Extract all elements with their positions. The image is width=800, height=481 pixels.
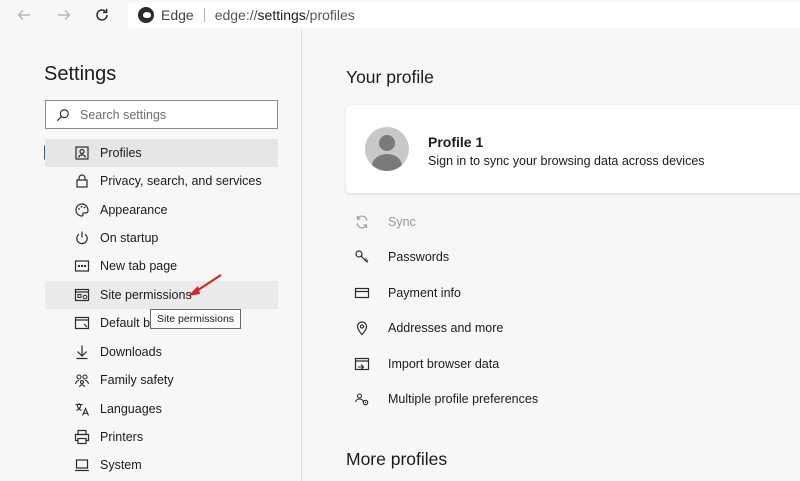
site-permissions-icon bbox=[74, 288, 90, 302]
sidebar-item-label: Site permissions bbox=[100, 288, 192, 302]
url-text: edge://settings/profiles bbox=[214, 7, 355, 23]
sidebar-item-languages[interactable]: Languages bbox=[45, 395, 278, 423]
site-permissions-tooltip: Site permissions bbox=[150, 309, 242, 329]
sync-icon bbox=[356, 215, 368, 229]
back-arrow-icon bbox=[17, 10, 30, 20]
edge-logo-icon bbox=[138, 7, 154, 23]
option-label: Sync bbox=[388, 215, 416, 229]
option-label: Addresses and more bbox=[388, 321, 504, 335]
option-label: Import browser data bbox=[388, 357, 500, 371]
option-label: Multiple profile preferences bbox=[388, 392, 539, 406]
sidebar-item-label: Downloads bbox=[100, 345, 162, 359]
sidebar-item-on-startup[interactable]: On startup bbox=[45, 224, 278, 252]
option-import-browser-data[interactable]: Import browser data bbox=[354, 351, 774, 377]
sidebar-item-family-safety[interactable]: Family safety bbox=[45, 366, 278, 394]
new-tab-icon bbox=[74, 260, 90, 272]
profile-name: Profile 1 bbox=[428, 134, 484, 150]
option-sync[interactable]: Sync bbox=[354, 209, 774, 235]
more-profiles-heading: More profiles bbox=[346, 449, 448, 469]
languages-icon bbox=[75, 403, 90, 416]
settings-title: Settings bbox=[44, 63, 117, 85]
sidebar-item-label: New tab page bbox=[100, 259, 178, 273]
address-divider bbox=[203, 8, 205, 22]
search-input[interactable] bbox=[80, 107, 270, 122]
lock-icon bbox=[76, 174, 88, 188]
browser-toolbar: Edge edge://settings/profiles bbox=[0, 0, 800, 30]
option-label: Passwords bbox=[388, 250, 450, 264]
sidebar-item-downloads[interactable]: Downloads bbox=[45, 338, 278, 366]
family-icon bbox=[74, 374, 90, 388]
browser-name: Edge bbox=[161, 7, 194, 23]
sidebar-item-appearance[interactable]: Appearance bbox=[45, 196, 278, 224]
profile-icon bbox=[75, 146, 89, 160]
sidebar-item-label: Default b bbox=[100, 316, 151, 330]
sidebar-item-label: Family safety bbox=[100, 373, 174, 387]
location-icon bbox=[356, 321, 368, 336]
multi-profile-icon bbox=[354, 393, 369, 406]
sidebar-item-new-tab-page[interactable]: New tab page bbox=[45, 252, 278, 280]
your-profile-heading: Your profile bbox=[346, 67, 434, 87]
annotation-arrow-icon bbox=[188, 274, 222, 296]
sidebar-item-label: Languages bbox=[100, 402, 162, 416]
printer-icon bbox=[74, 429, 90, 445]
back-button[interactable] bbox=[13, 4, 35, 26]
avatar-body bbox=[372, 154, 402, 171]
refresh-button[interactable] bbox=[91, 4, 113, 26]
forward-button[interactable] bbox=[53, 4, 75, 26]
option-passwords[interactable]: Passwords bbox=[354, 244, 774, 270]
sidebar-item-label: System bbox=[100, 458, 142, 472]
sidebar-item-label: Appearance bbox=[100, 203, 168, 217]
key-icon bbox=[355, 250, 369, 263]
profile-sync-message: Sign in to sync your browsing data acros… bbox=[428, 154, 705, 168]
card-icon bbox=[354, 287, 370, 299]
option-multiple-profile-preferences[interactable]: Multiple profile preferences bbox=[354, 386, 774, 412]
avatar-head bbox=[379, 135, 395, 151]
sidebar-item-site-permissions[interactable]: Site permissions bbox=[45, 281, 278, 309]
sidebar-item-system[interactable]: System bbox=[45, 451, 278, 479]
sidebar-item-label: Printers bbox=[100, 430, 144, 444]
download-icon bbox=[76, 345, 88, 360]
avatar bbox=[365, 127, 409, 171]
forward-arrow-icon bbox=[58, 10, 71, 20]
import-icon bbox=[354, 357, 370, 371]
system-icon bbox=[75, 459, 89, 472]
address-bar[interactable]: Edge edge://settings/profiles bbox=[128, 2, 800, 28]
option-addresses[interactable]: Addresses and more bbox=[354, 315, 774, 341]
palette-icon bbox=[75, 203, 89, 217]
default-browser-icon bbox=[74, 316, 90, 330]
search-icon bbox=[56, 108, 69, 121]
sidebar-item-label: Privacy, search, and services bbox=[100, 174, 262, 188]
sidebar-item-privacy[interactable]: Privacy, search, and services bbox=[45, 167, 278, 195]
option-payment-info[interactable]: Payment info bbox=[354, 280, 774, 306]
option-label: Payment info bbox=[388, 286, 461, 300]
sidebar-item-label: Profiles bbox=[100, 146, 142, 160]
refresh-icon bbox=[96, 8, 108, 21]
sidebar-item-label: On startup bbox=[100, 231, 159, 245]
sidebar-item-profiles[interactable]: Profiles bbox=[45, 139, 278, 167]
search-box[interactable] bbox=[45, 100, 278, 129]
profile-card[interactable]: Profile 1 Sign in to sync your browsing … bbox=[346, 105, 800, 193]
power-icon bbox=[76, 231, 88, 245]
sidebar-item-printers[interactable]: Printers bbox=[45, 423, 278, 451]
